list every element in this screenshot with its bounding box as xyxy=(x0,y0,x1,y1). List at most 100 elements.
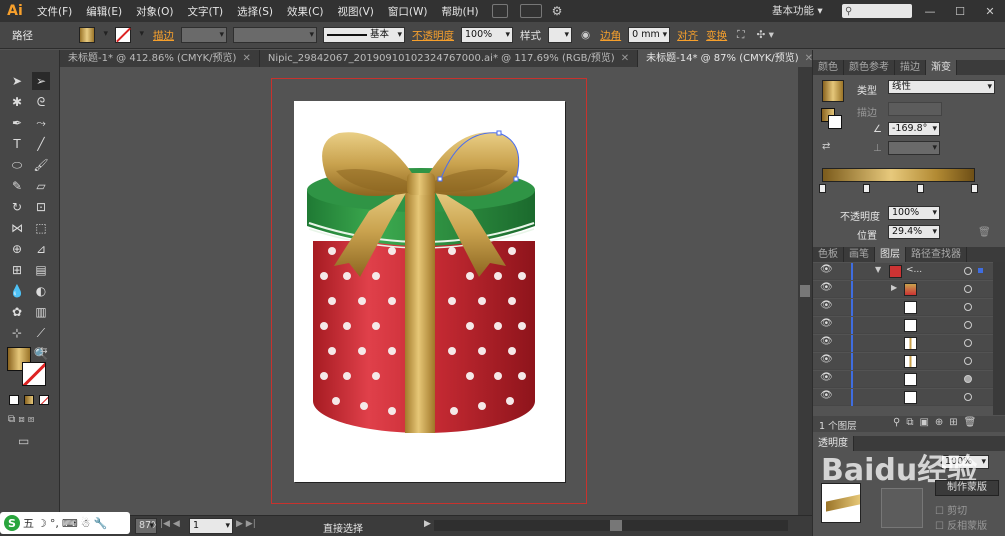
tab-swatches[interactable]: 色板 xyxy=(813,247,844,262)
gradient-stop[interactable] xyxy=(971,184,978,193)
layer-row[interactable]: 👁 xyxy=(813,371,993,388)
slice-tool-icon[interactable]: ⟋ xyxy=(32,324,50,342)
menu-select[interactable]: 选择(S) xyxy=(230,4,280,19)
opacity-label[interactable]: 不透明度 xyxy=(412,28,454,43)
color-mode-icon[interactable] xyxy=(9,395,19,405)
rotate-tool-icon[interactable]: ↻ xyxy=(8,198,26,216)
lasso-tool-icon[interactable]: ᘓ xyxy=(32,93,50,111)
tab-layers[interactable]: 图层 xyxy=(875,247,906,262)
menu-view[interactable]: 视图(V) xyxy=(331,4,381,19)
scroll-thumb[interactable] xyxy=(800,285,810,297)
symbol-sprayer-tool-icon[interactable]: ✿ xyxy=(8,303,26,321)
fill-dropdown[interactable] xyxy=(100,27,110,43)
gradient-position-field[interactable]: 29.4% xyxy=(888,225,940,239)
layer-actions-icons[interactable]: ⚲⧉▣⊕⊞🗑 xyxy=(893,417,982,428)
layer-row[interactable]: 👁 xyxy=(813,389,993,406)
stroke-swatch[interactable] xyxy=(115,27,131,43)
gradient-type-dropdown[interactable]: 线性 xyxy=(888,80,995,94)
visibility-eye-icon[interactable]: 👁 xyxy=(820,354,833,365)
ime-mode-label[interactable]: 五 xyxy=(23,515,34,531)
zoom-field[interactable]: 87% xyxy=(135,518,157,534)
tools-icon[interactable]: 🔧 xyxy=(94,517,108,530)
stroke-label[interactable]: 描边 xyxy=(153,28,174,43)
paintbrush-tool-icon[interactable]: 🖌 xyxy=(32,156,50,174)
free-transform-tool-icon[interactable]: ⬚ xyxy=(32,219,50,237)
visibility-eye-icon[interactable]: 👁 xyxy=(820,318,833,329)
selection-tool-icon[interactable]: ➤ xyxy=(8,72,26,90)
punctuation-icon[interactable]: °, xyxy=(50,517,59,530)
close-tab-icon[interactable]: ✕ xyxy=(621,50,629,67)
menu-help[interactable]: 帮助(H) xyxy=(435,4,486,19)
clip-checkbox-label[interactable]: ☐ 剪切 xyxy=(935,502,967,517)
fill-swatch[interactable] xyxy=(79,27,95,43)
tab-color[interactable]: 颜色 xyxy=(813,60,844,75)
perspective-grid-tool-icon[interactable]: ⊿ xyxy=(32,240,50,258)
vertical-scrollbar[interactable] xyxy=(798,67,812,515)
menu-file[interactable]: 文件(F) xyxy=(30,4,79,19)
gift-box-artwork[interactable] xyxy=(294,101,565,482)
eyedropper-tool-icon[interactable]: 💧 xyxy=(8,282,26,300)
tab-pathfinder[interactable]: 路径查找器 xyxy=(906,247,967,262)
menu-window[interactable]: 窗口(W) xyxy=(381,4,435,19)
gradient-stop[interactable] xyxy=(863,184,870,193)
expand-arrow-icon[interactable]: ▶ xyxy=(891,283,897,292)
visibility-eye-icon[interactable]: 👁 xyxy=(820,264,833,275)
invert-mask-checkbox-label[interactable]: ☐ 反相蒙版 xyxy=(935,517,987,532)
graphic-style-dropdown[interactable] xyxy=(548,27,572,43)
isolate-icon[interactable]: ⛶ xyxy=(737,29,744,42)
magic-wand-tool-icon[interactable]: ✱ xyxy=(8,93,26,111)
artboard-number-field[interactable]: 1 xyxy=(189,518,233,534)
direct-selection-tool-icon[interactable]: ➢ xyxy=(32,72,50,90)
pen-tool-icon[interactable]: ✒ xyxy=(8,114,26,132)
reverse-gradient-icon[interactable]: ⇄ xyxy=(822,141,830,152)
type-tool-icon[interactable]: T xyxy=(8,135,26,153)
none-mode-icon[interactable] xyxy=(39,395,49,405)
ellipse-tool-icon[interactable]: ⬭ xyxy=(8,156,26,174)
search-input[interactable]: ⚲ xyxy=(842,4,912,18)
swap-colors-icon[interactable]: ⇆ xyxy=(40,346,48,356)
moon-icon[interactable]: ☽ xyxy=(37,517,47,530)
visibility-eye-icon[interactable]: 👁 xyxy=(820,372,833,383)
opacity-field[interactable]: 100% xyxy=(461,27,513,43)
canvas-area[interactable] xyxy=(60,67,798,515)
visibility-eye-icon[interactable]: 👁 xyxy=(820,300,833,311)
corner-label[interactable]: 边角 xyxy=(600,28,621,43)
align-label[interactable]: 对齐 xyxy=(677,28,698,43)
variable-width-profile[interactable] xyxy=(233,27,317,43)
brush-definition-dropdown[interactable]: 基本 xyxy=(323,27,405,43)
menu-edit[interactable]: 编辑(E) xyxy=(79,4,129,19)
tab-document-1[interactable]: 未标题-1* @ 412.86% (CMYK/预览) ✕ xyxy=(60,50,260,67)
drawing-modes-icon[interactable]: ⧉ ⧈ ⧇ xyxy=(8,414,34,425)
gradient-opacity-field[interactable]: 100% xyxy=(888,206,940,220)
visibility-eye-icon[interactable]: 👁 xyxy=(820,282,833,293)
layer-row[interactable]: 👁 xyxy=(813,299,993,316)
mesh-tool-icon[interactable]: ⊞ xyxy=(8,261,26,279)
recolor-icon[interactable]: ◉ xyxy=(581,29,590,41)
maximize-button[interactable]: ☐ xyxy=(945,0,975,22)
blend-tool-icon[interactable]: ◐ xyxy=(32,282,50,300)
gradient-tool-icon[interactable]: ▤ xyxy=(32,261,50,279)
gradient-stop[interactable] xyxy=(819,184,826,193)
visibility-eye-icon[interactable]: 👁 xyxy=(820,336,833,347)
skin-icon[interactable]: ☃ xyxy=(81,517,91,530)
mask-thumbnail[interactable] xyxy=(881,488,923,528)
layer-row[interactable]: 👁 ▼ <... xyxy=(813,263,993,280)
workspace-switcher[interactable]: 基本功能 ▾ xyxy=(772,3,823,18)
eraser-tool-icon[interactable]: ▱ xyxy=(32,177,50,195)
stroke-dropdown[interactable] xyxy=(136,27,146,43)
transform-label[interactable]: 变换 xyxy=(706,28,727,43)
bridge-icon[interactable] xyxy=(491,4,508,18)
scale-tool-icon[interactable]: ⊡ xyxy=(32,198,50,216)
keyboard-icon[interactable]: ⌨ xyxy=(62,517,78,530)
pencil-tool-icon[interactable]: ✎ xyxy=(8,177,26,195)
ime-toolbar[interactable]: S 五 ☽ °, ⌨ ☃ 🔧 xyxy=(0,512,130,534)
corner-field[interactable]: 0 mm xyxy=(628,27,671,43)
next-artboard-icon[interactable]: ▶ ▶| xyxy=(236,519,256,529)
menu-object[interactable]: 对象(O) xyxy=(129,4,180,19)
layer-row[interactable]: 👁 xyxy=(813,335,993,352)
angle-field[interactable]: -169.8° xyxy=(888,122,940,136)
stroke-mini-icon[interactable] xyxy=(828,115,842,129)
artboard[interactable] xyxy=(294,101,565,482)
tab-gradient[interactable]: 渐变 xyxy=(926,60,957,75)
make-mask-button[interactable]: 制作蒙版 xyxy=(935,480,999,496)
